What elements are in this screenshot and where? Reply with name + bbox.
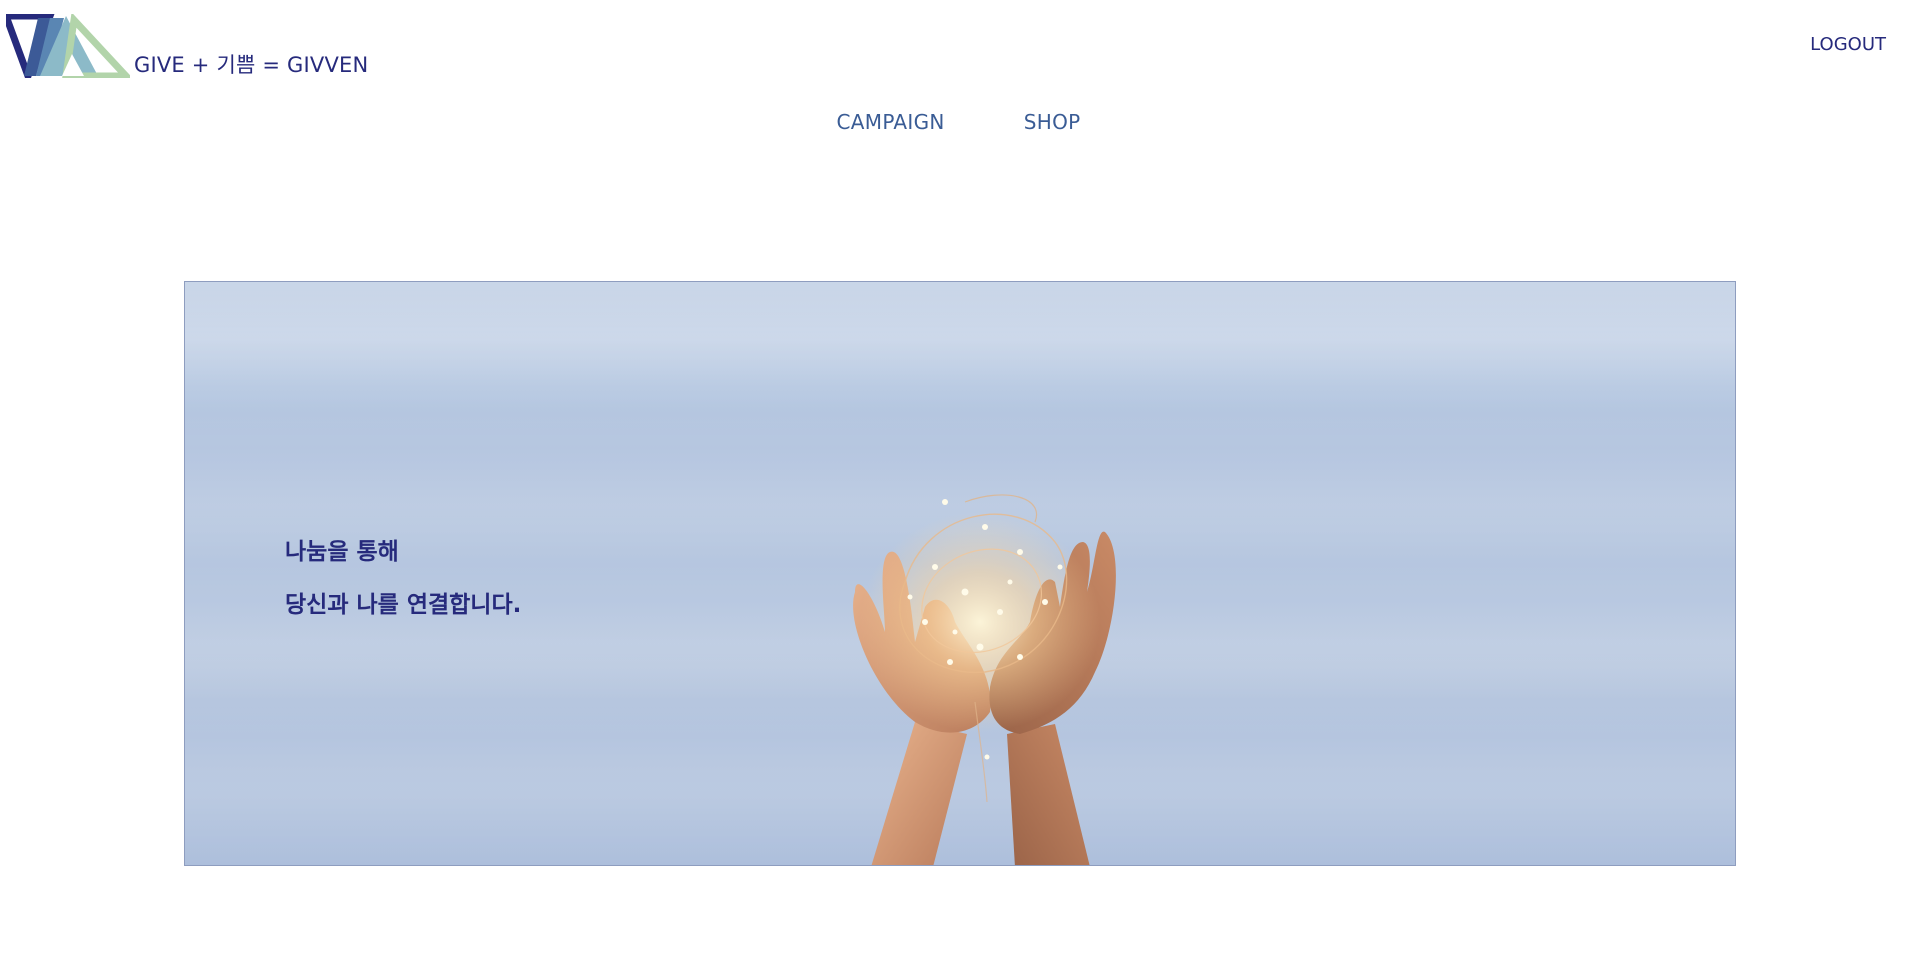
hero-text: 나눔을 통해 당신과 나를 연결합니다.: [285, 526, 521, 632]
logo-link[interactable]: GIVE + 기쁨 = GIVVEN: [6, 14, 368, 78]
hands-with-lights-image: [853, 494, 1116, 865]
logo-text: GIVE + 기쁨 = GIVVEN: [134, 53, 369, 77]
main-nav: CAMPAIGN SHOP: [0, 110, 1917, 134]
hero-line-1: 나눔을 통해: [285, 539, 399, 565]
logout-link[interactable]: LOGOUT: [1810, 34, 1886, 55]
page: GIVE + 기쁨 = GIVVEN LOGOUT CAMPAIGN SHOP …: [0, 0, 1917, 957]
hero-line-2: 당신과 나를 연결합니다.: [285, 592, 522, 618]
hero-banner: 나눔을 통해 당신과 나를 연결합니다.: [184, 281, 1736, 866]
nav-item-shop[interactable]: SHOP: [1024, 110, 1081, 134]
logo-icon: [6, 14, 130, 78]
nav-item-campaign[interactable]: CAMPAIGN: [837, 110, 945, 134]
